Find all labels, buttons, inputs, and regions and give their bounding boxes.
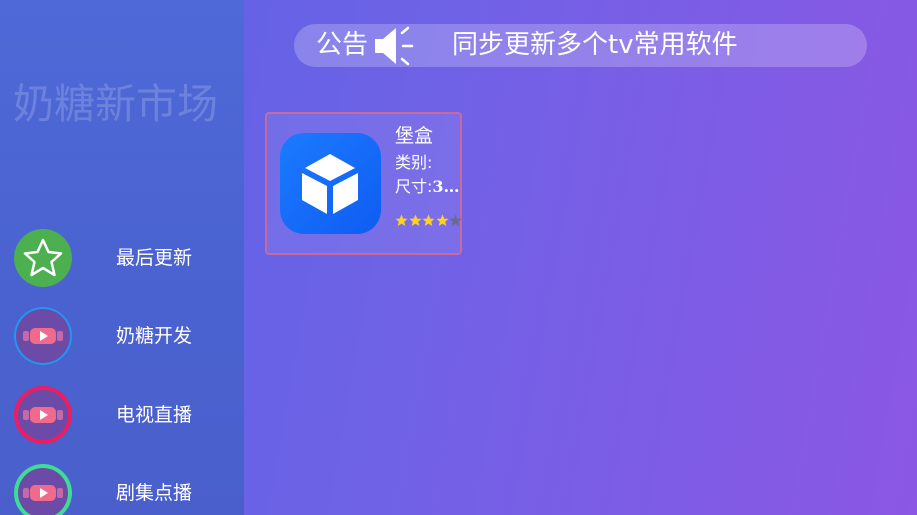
video-play-icon bbox=[14, 464, 72, 515]
nav-item-series-vod[interactable]: 剧集点播 bbox=[0, 462, 244, 515]
nav-item-tv-live[interactable]: 电视直播 bbox=[0, 384, 244, 446]
cube-icon bbox=[280, 133, 381, 234]
rating-star-icon bbox=[449, 214, 462, 226]
nav-item-label: 最后更新 bbox=[116, 247, 193, 269]
nav-item-label: 剧集点播 bbox=[116, 482, 193, 504]
nav-item-latest-updates[interactable]: 最后更新 bbox=[0, 227, 244, 289]
rating-star-icon bbox=[436, 214, 448, 226]
app-name: 堡盒 bbox=[395, 125, 434, 147]
store-title: 奶糖新市场 bbox=[13, 80, 218, 128]
notice-bar: 公告 同步更新多个tv常用软件 bbox=[294, 24, 867, 67]
rating-star-icon bbox=[409, 214, 421, 226]
video-play-icon bbox=[14, 307, 72, 365]
nav-item-naitang-dev[interactable]: 奶糖开发 bbox=[0, 305, 244, 367]
app-size-value: 3… bbox=[432, 177, 460, 196]
app-category: 类别: bbox=[395, 153, 433, 172]
app-card[interactable]: 堡盒 类别: 尺寸:3… bbox=[265, 112, 462, 255]
video-play-icon bbox=[14, 386, 72, 444]
star-icon bbox=[14, 229, 72, 287]
app-size: 尺寸:3… bbox=[395, 177, 460, 196]
sidebar: 奶糖新市场 最后更新 奶糖开发 电视直播 剧集点播 bbox=[0, 0, 244, 515]
speaker-icon bbox=[372, 25, 416, 67]
rating-star-icon bbox=[395, 214, 408, 226]
nav-item-label: 奶糖开发 bbox=[116, 325, 193, 347]
nav-item-label: 电视直播 bbox=[116, 404, 193, 426]
notice-text: 同步更新多个tv常用软件 bbox=[452, 30, 738, 60]
notice-label: 公告 bbox=[316, 30, 369, 60]
rating-star-icon bbox=[422, 214, 435, 226]
